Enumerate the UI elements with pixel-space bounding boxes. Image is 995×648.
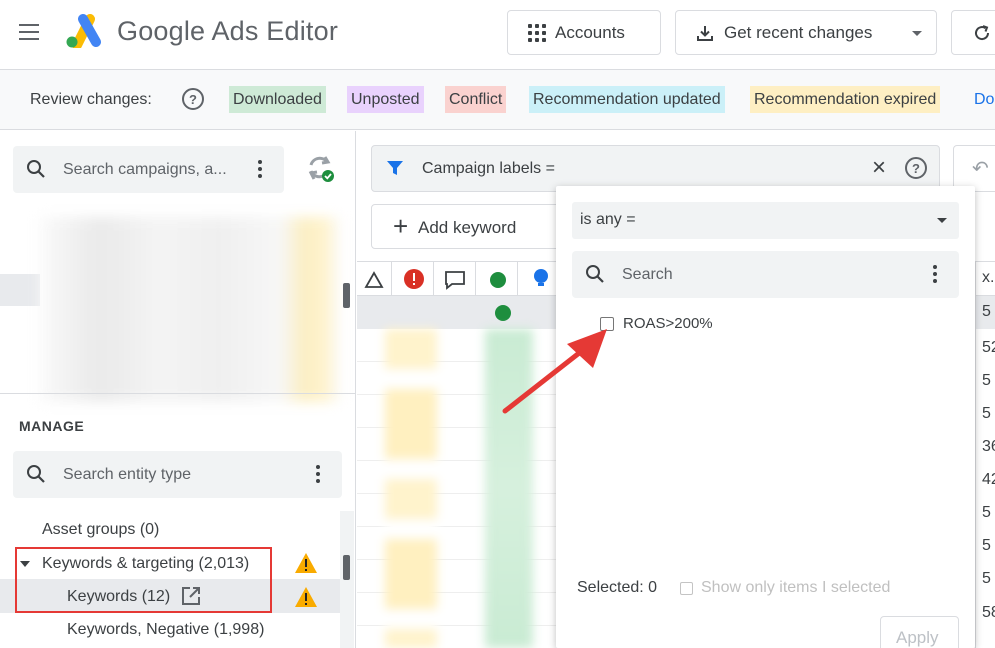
chip-recommendation-updated[interactable]: Recommendation updated <box>529 86 725 113</box>
help-icon[interactable]: ? <box>905 157 927 179</box>
tree-item-keywords-targeting[interactable]: Keywords & targeting (2,013) <box>42 555 249 573</box>
list-item[interactable]: ROAS>200% <box>600 315 713 332</box>
open-in-new-icon[interactable] <box>181 586 201 606</box>
chip-unposted[interactable]: Unposted <box>347 86 424 113</box>
green-status-dot-icon <box>495 305 511 321</box>
label-search-placeholder: Search <box>622 265 673 283</box>
tree-item-asset-groups[interactable]: Asset groups (0) <box>42 521 159 539</box>
scrollbar-thumb[interactable] <box>343 555 350 580</box>
green-status-dot-icon <box>490 272 506 288</box>
apps-grid-icon <box>528 23 546 42</box>
entity-search-placeholder: Search entity type <box>63 465 192 483</box>
blurred-column <box>485 329 533 648</box>
accounts-button[interactable]: Accounts <box>507 10 661 55</box>
expand-arrow-icon[interactable] <box>20 561 30 567</box>
selected-count: Selected: 0 <box>577 579 658 596</box>
table-cell: 52 <box>982 339 995 356</box>
search-icon <box>27 160 45 178</box>
column-header[interactable]: x. C <box>982 269 995 287</box>
download-icon <box>697 25 713 41</box>
error-column-header[interactable] <box>392 262 434 297</box>
review-changes-label: Review changes: <box>30 91 152 108</box>
left-panel: Search campaigns, a... MANAGE Search ent… <box>0 131 356 648</box>
add-keyword-label: Add keyword <box>418 218 517 237</box>
triangle-icon <box>364 271 384 288</box>
filter-text: Campaign labels = <box>422 160 555 177</box>
lightbulb-icon <box>534 269 548 286</box>
add-keyword-button[interactable]: + Add keyword <box>371 204 561 249</box>
recommendation-column-header[interactable] <box>518 262 556 297</box>
filter-icon <box>387 161 403 175</box>
status-dot-column-header[interactable] <box>476 262 518 297</box>
table-cell: 5 <box>982 372 991 389</box>
scrollbar-thumb[interactable] <box>343 283 350 308</box>
tree-row-highlight <box>0 274 40 306</box>
chevron-down-icon[interactable] <box>912 31 922 36</box>
get-recent-changes-button[interactable]: Get recent changes <box>675 10 937 55</box>
plus-icon: + <box>393 211 409 241</box>
status-column-header[interactable] <box>357 262 392 297</box>
refresh-icon <box>975 24 990 40</box>
operator-select[interactable]: is any = <box>572 202 959 239</box>
chevron-down-icon <box>937 218 947 223</box>
sync-status-icon[interactable] <box>305 153 335 183</box>
review-changes-bar: Review changes: ? Downloaded Unposted Co… <box>0 70 995 130</box>
show-only-selected-toggle[interactable]: Show only items I selected <box>680 579 890 597</box>
app-title: Google Ads Editor <box>117 16 339 46</box>
option-checkbox[interactable] <box>600 316 614 331</box>
menu-icon[interactable] <box>19 24 39 40</box>
more-vert-icon[interactable] <box>316 465 320 483</box>
tree-item-keywords-negative[interactable]: Keywords, Negative (1,998) <box>67 621 264 639</box>
error-icon <box>404 269 424 289</box>
table-cell: 5 <box>982 537 991 554</box>
operator-label: is any = <box>580 211 636 228</box>
table-cell: 5 <box>982 504 991 521</box>
label-search-input[interactable]: Search <box>572 251 959 298</box>
divider <box>0 393 356 394</box>
apply-label: Apply <box>896 628 939 647</box>
undo-icon: ↶ <box>972 158 989 180</box>
chip-recommendation-expired[interactable]: Recommendation expired <box>750 86 941 113</box>
campaign-search-input[interactable]: Search campaigns, a... <box>13 146 284 193</box>
option-label: ROAS>200% <box>623 315 713 332</box>
label-filter-dropdown: is any = Search ROAS>200% Selected: 0 Sh… <box>556 186 975 648</box>
chip-downloaded[interactable]: Downloaded <box>229 86 326 113</box>
search-icon <box>27 465 45 483</box>
undo-button[interactable]: ↶ <box>953 145 995 192</box>
table-cell: 5 <box>982 405 991 422</box>
warning-icon <box>295 587 317 607</box>
table-cell: 42 <box>982 471 995 488</box>
apply-button[interactable]: Apply <box>880 616 959 648</box>
table-cell: 36 <box>982 438 995 455</box>
more-vert-icon[interactable] <box>258 160 262 178</box>
blurred-column <box>385 329 437 648</box>
table-cell: 58 <box>982 604 995 621</box>
warning-icon <box>295 553 317 573</box>
partial-value-column: x. C 5 52 5 5 36 42 5 5 5 58 <box>975 261 995 648</box>
google-ads-logo <box>66 14 101 48</box>
app-header: Google Ads Editor Accounts Get recent ch… <box>0 0 995 70</box>
comment-column-header[interactable] <box>434 262 476 297</box>
help-icon[interactable]: ? <box>182 88 204 110</box>
show-only-label: Show only items I selected <box>701 579 891 596</box>
table-cell: 5 <box>976 296 995 329</box>
get-recent-changes-label: Get recent changes <box>724 22 873 42</box>
chip-conflict[interactable]: Conflict <box>445 86 507 113</box>
table-cell: 5 <box>982 570 991 587</box>
show-only-checkbox[interactable] <box>680 581 693 595</box>
blurred-campaign-tree <box>40 217 340 402</box>
comment-icon <box>445 271 465 290</box>
campaign-search-placeholder: Search campaigns, a... <box>63 160 227 178</box>
tree-item-keywords[interactable]: Keywords (12) <box>67 588 170 606</box>
review-more-link[interactable]: Do <box>974 91 994 109</box>
close-icon[interactable]: × <box>872 156 886 180</box>
accounts-label: Accounts <box>555 22 625 42</box>
more-vert-icon[interactable] <box>933 265 937 283</box>
filter-bar[interactable]: Campaign labels = × ? <box>371 145 940 192</box>
search-icon <box>586 265 604 283</box>
refresh-button[interactable] <box>951 10 995 55</box>
entity-search-input[interactable]: Search entity type <box>13 451 342 498</box>
manage-heading: MANAGE <box>19 418 85 434</box>
